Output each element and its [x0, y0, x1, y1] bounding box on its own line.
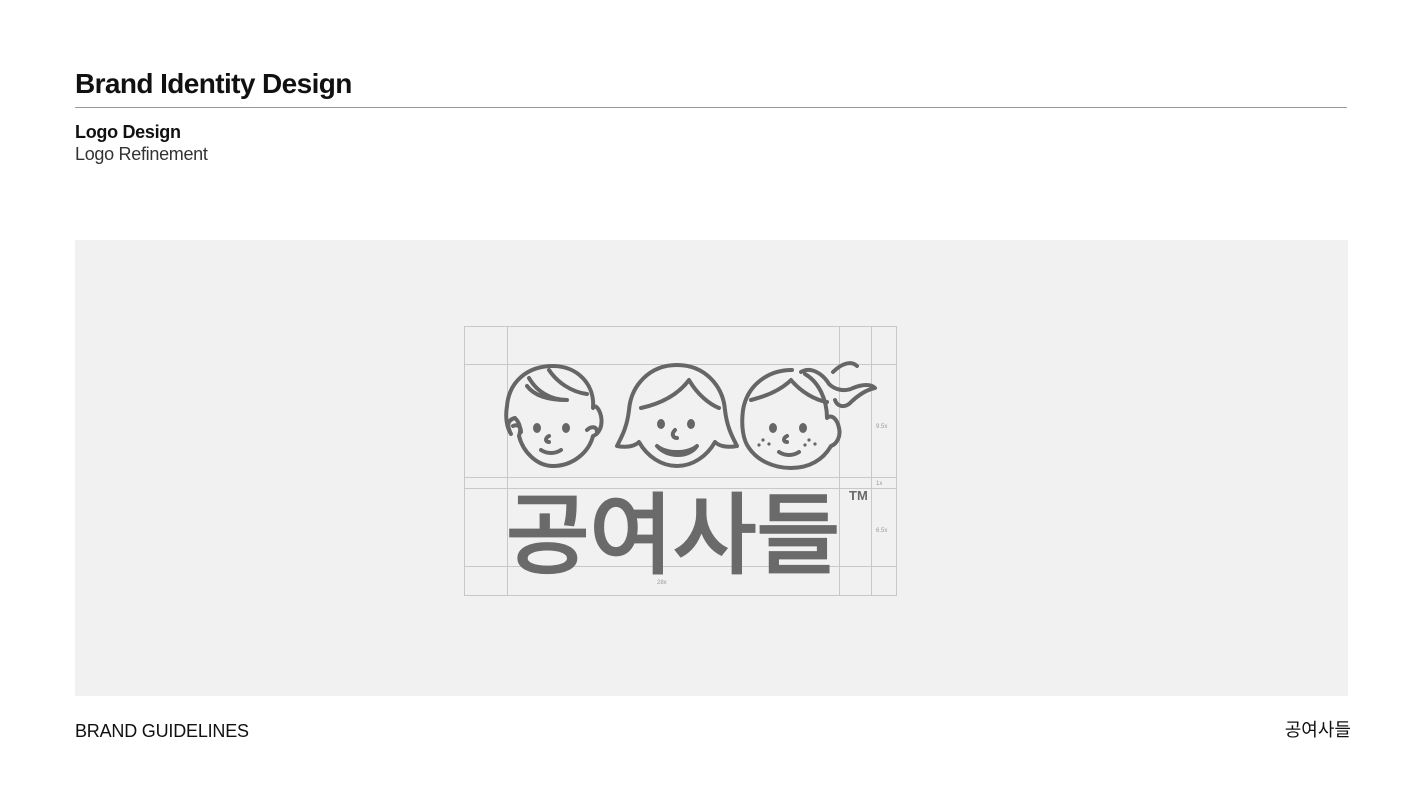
dimension-gap: 1x — [876, 481, 882, 487]
dimension-face-height: 9.5x — [876, 424, 887, 430]
footer-brand-guidelines: BRAND GUIDELINES — [75, 721, 249, 741]
dimension-width: 28x — [657, 580, 667, 586]
trademark-symbol: TM — [849, 488, 868, 503]
logo-construction-diagram: 공여사들 TM 9.5x 1x 6.5x 28x — [464, 326, 897, 596]
face-middle-icon — [615, 363, 739, 468]
section-subtitle: Logo Refinement — [75, 144, 208, 164]
logo-panel: 공여사들 TM 9.5x 1x 6.5x 28x — [75, 240, 1348, 696]
footer-brand-name: 공여사들 — [1284, 720, 1351, 741]
logo-wordmark: 공여사들 — [506, 484, 840, 587]
dimension-wordmark-height: 6.5x — [876, 528, 887, 534]
page-title: Brand Identity Design — [75, 68, 352, 99]
face-right-icon — [740, 361, 877, 470]
title-divider — [75, 107, 1347, 108]
face-left-icon — [504, 364, 604, 468]
section-title: Logo Design — [75, 122, 181, 142]
